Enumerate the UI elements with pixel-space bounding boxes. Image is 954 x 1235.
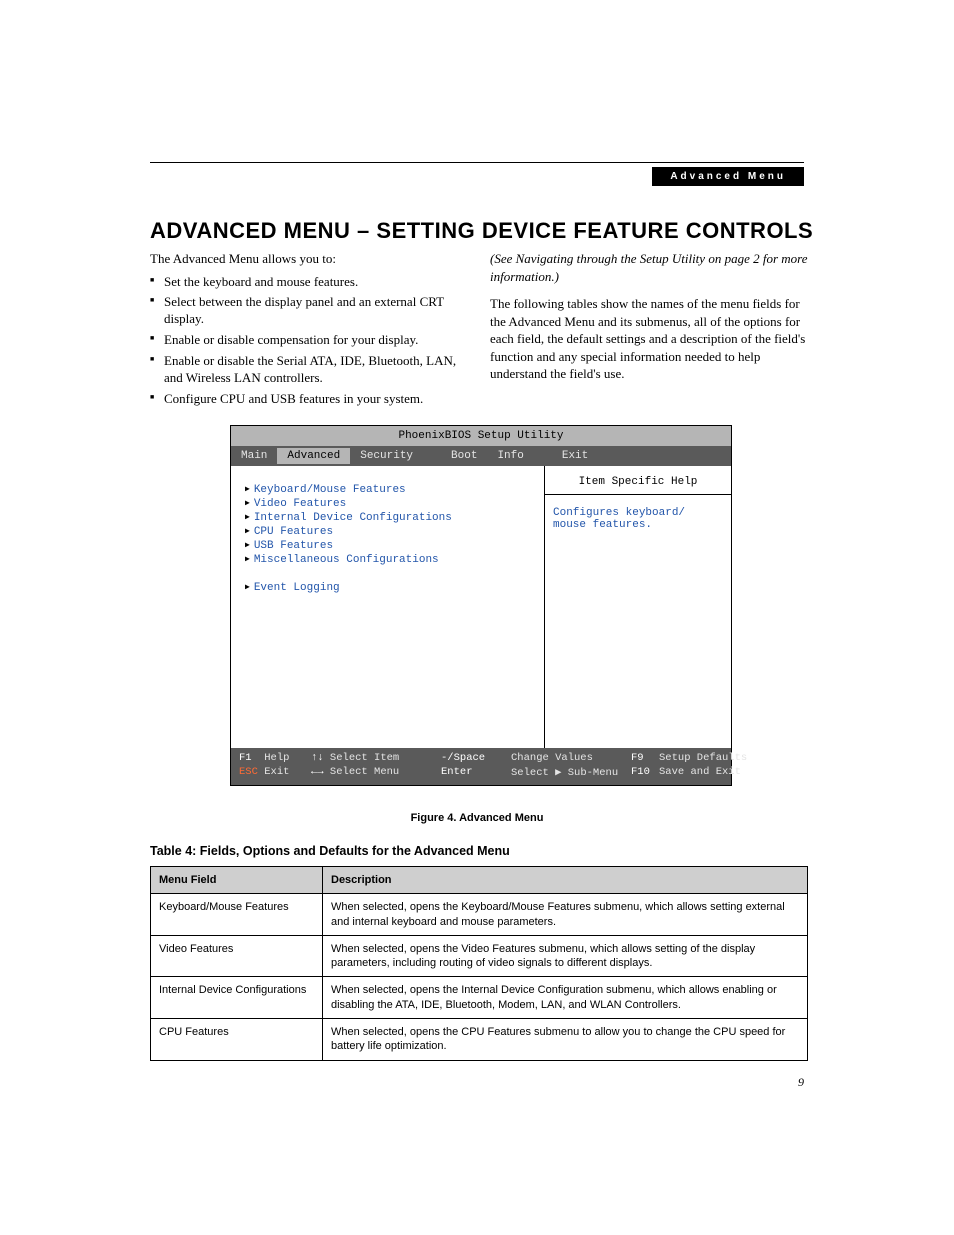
label-exit: Exit xyxy=(264,766,289,778)
table-header-desc: Description xyxy=(323,867,808,894)
bios-item: Event Logging xyxy=(245,582,536,594)
label-help: Help xyxy=(264,752,289,764)
key-f10: F10 xyxy=(631,766,659,779)
label-setup-defaults: Setup Defaults xyxy=(659,752,747,764)
list-item: Enable or disable compensation for your … xyxy=(150,332,470,349)
bios-tab-security: Security xyxy=(350,448,423,464)
table-row: Keyboard/Mouse Features When selected, o… xyxy=(151,894,808,936)
bios-footer: F1 Help ↑↓ Select Item -/Space Change Va… xyxy=(231,748,731,785)
cell-field: CPU Features xyxy=(151,1019,323,1061)
cell-desc: When selected, opens the Video Features … xyxy=(323,935,808,977)
cell-field: Keyboard/Mouse Features xyxy=(151,894,323,936)
intro-column: The Advanced Menu allows you to: Set the… xyxy=(150,250,470,412)
table-row: Internal Device Configurations When sele… xyxy=(151,977,808,1019)
bios-tab-exit: Exit xyxy=(552,448,598,464)
bios-tab-boot: Boot xyxy=(441,448,487,464)
key-updown: ↑↓ xyxy=(311,752,324,764)
section-badge: Advanced Menu xyxy=(652,167,804,186)
page-title: ADVANCED MENU – SETTING DEVICE FEATURE C… xyxy=(150,218,813,244)
fields-table: Menu Field Description Keyboard/Mouse Fe… xyxy=(150,866,808,1061)
bios-item: USB Features xyxy=(245,540,536,552)
bios-tab-info: Info xyxy=(487,448,533,464)
key-leftright: ←→ xyxy=(311,766,324,778)
bios-item: Video Features xyxy=(245,498,536,510)
bios-help-pane: Item Specific Help Configures keyboard/ … xyxy=(544,466,731,748)
list-item: Enable or disable the Serial ATA, IDE, B… xyxy=(150,353,470,387)
cell-desc: When selected, opens the Internal Device… xyxy=(323,977,808,1019)
table-header-field: Menu Field xyxy=(151,867,323,894)
table-row: Video Features When selected, opens the … xyxy=(151,935,808,977)
cross-reference-note: (See Navigating through the Setup Utilit… xyxy=(490,250,810,285)
list-item: Set the keyboard and mouse features. xyxy=(150,274,470,291)
key-esc: ESC xyxy=(239,766,258,778)
bios-item: Internal Device Configurations xyxy=(245,512,536,524)
table-title: Table 4: Fields, Options and Defaults fo… xyxy=(150,844,510,858)
cell-desc: When selected, opens the CPU Features su… xyxy=(323,1019,808,1061)
key-minus-space: -/Space xyxy=(441,752,511,764)
key-f9: F9 xyxy=(631,752,659,764)
page-number: 9 xyxy=(798,1075,804,1090)
bios-tab-advanced: Advanced xyxy=(277,448,350,464)
bios-help-text: Configures keyboard/ mouse features. xyxy=(553,507,723,531)
intro-lead: The Advanced Menu allows you to: xyxy=(150,250,470,268)
label-select-item: Select Item xyxy=(330,752,399,764)
key-enter: Enter xyxy=(441,766,511,779)
cell-field: Internal Device Configurations xyxy=(151,977,323,1019)
bios-item: Keyboard/Mouse Features xyxy=(245,484,536,496)
bios-help-title: Item Specific Help xyxy=(553,476,723,488)
list-item: Configure CPU and USB features in your s… xyxy=(150,391,470,408)
bios-window-title: PhoenixBIOS Setup Utility xyxy=(231,426,731,446)
cell-desc: When selected, opens the Keyboard/Mouse … xyxy=(323,894,808,936)
table-row: CPU Features When selected, opens the CP… xyxy=(151,1019,808,1061)
label-select-menu: Select Menu xyxy=(330,766,399,778)
bios-tab-main: Main xyxy=(231,448,277,464)
right-column: (See Navigating through the Setup Utilit… xyxy=(490,250,810,383)
bios-tab-bar: Main Advanced Security Boot Info Exit xyxy=(231,446,731,466)
label-change-values: Change Values xyxy=(511,752,631,764)
figure-caption: Figure 4. Advanced Menu xyxy=(0,812,954,824)
bios-item: Miscellaneous Configurations xyxy=(245,554,536,566)
cell-field: Video Features xyxy=(151,935,323,977)
bios-item: CPU Features xyxy=(245,526,536,538)
top-rule xyxy=(150,162,804,163)
right-paragraph: The following tables show the names of t… xyxy=(490,295,810,383)
list-item: Select between the display panel and an … xyxy=(150,294,470,328)
label-select-submenu: Select ▶ Sub-Menu xyxy=(511,766,631,779)
intro-list: Set the keyboard and mouse features. Sel… xyxy=(150,274,470,408)
label-save-exit: Save and Exit xyxy=(659,766,747,779)
bios-screenshot: PhoenixBIOS Setup Utility Main Advanced … xyxy=(230,425,732,786)
key-f1: F1 xyxy=(239,752,252,764)
bios-menu-pane: Keyboard/Mouse Features Video Features I… xyxy=(231,466,544,748)
